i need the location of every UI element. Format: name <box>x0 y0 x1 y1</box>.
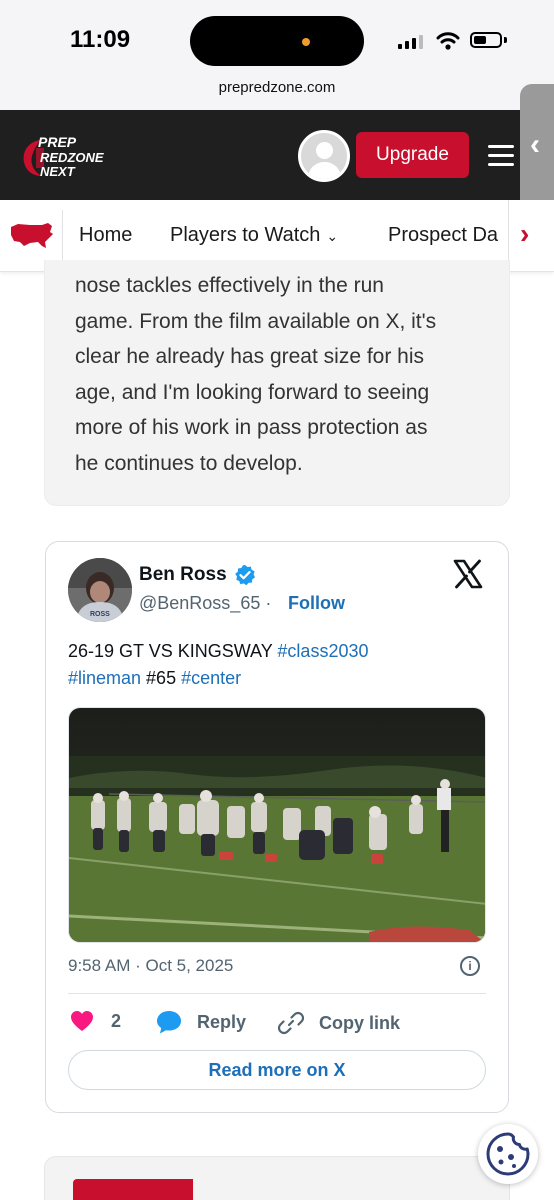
x-logo-icon[interactable] <box>453 559 483 589</box>
article-line: more of his work in pass protection as <box>75 416 428 439</box>
status-bar: 11:09 <box>0 0 554 78</box>
usa-map-icon[interactable] <box>8 220 56 250</box>
status-time: 11:09 <box>70 26 131 53</box>
hashtag-link[interactable]: #center <box>181 668 241 688</box>
reply-label: Reply <box>197 1011 247 1032</box>
tweet-handle-text: @BenRoss_65 <box>139 593 261 613</box>
side-panel-handle[interactable]: ‹ <box>520 84 554 218</box>
read-more-on-x-button[interactable]: Read more on X <box>68 1050 486 1090</box>
tweet-text-segment: #65 <box>141 668 182 688</box>
site-logo[interactable]: PREP REDZONE NEXT <box>22 132 114 182</box>
nav-divider <box>62 210 63 262</box>
nav-scroll-area <box>508 200 554 271</box>
article-line: game. From the film available on X, it's <box>75 309 437 333</box>
battery-cap <box>504 37 507 43</box>
article-line: nose tackles effectively in the run <box>75 274 384 297</box>
heart-icon <box>71 1011 93 1032</box>
battery-icon <box>470 32 502 48</box>
reply-action[interactable]: Reply <box>156 1010 246 1034</box>
next-card-accent <box>73 1179 193 1200</box>
chevron-left-icon: ‹ <box>530 128 540 161</box>
verified-badge-icon <box>235 565 255 586</box>
embedded-tweet[interactable]: ROSS Ben Ross @BenRoss_65 · Follow 26-19… <box>45 541 509 1113</box>
tweet-author-avatar[interactable]: ROSS <box>68 558 132 622</box>
tweet-handle-separator: · <box>265 593 272 613</box>
article-line: age, and I'm looking forward to seeing <box>75 380 430 404</box>
recording-indicator <box>302 38 310 46</box>
nav-item-players-label: Players to Watch <box>170 224 321 246</box>
cookie-settings-button[interactable] <box>478 1124 538 1184</box>
next-card <box>44 1156 510 1200</box>
nav-item-prospect-data[interactable]: Prospect Da <box>388 224 498 247</box>
like-count: 2 <box>111 1010 122 1031</box>
upgrade-button[interactable]: Upgrade <box>356 132 469 178</box>
tweet-timestamp[interactable]: 9:58 AM · Oct 5, 2025 <box>68 956 233 976</box>
copy-link-action[interactable]: Copy link <box>277 1010 401 1036</box>
user-avatar[interactable] <box>298 130 350 182</box>
chevron-down-icon: ⌄ <box>326 228 339 244</box>
nav-item-home[interactable]: Home <box>79 224 132 247</box>
article-card: nose tackles effectively in the run game… <box>44 260 510 506</box>
tweet-follow-link[interactable]: Follow <box>288 593 345 614</box>
tweet-author-name[interactable]: Ben Ross <box>139 564 227 586</box>
url-bar[interactable]: prepredzone.com <box>0 78 554 110</box>
reply-bubble-icon <box>157 1011 181 1034</box>
tweet-author-handle[interactable]: @BenRoss_65 · <box>139 593 271 614</box>
cellular-signal-icon <box>398 35 424 49</box>
logo-line-1: PREP <box>38 134 77 150</box>
copy-link-label: Copy link <box>319 1012 401 1033</box>
article-line: clear he already has great size for his <box>75 345 425 368</box>
tweet-text-segment: 26-19 GT VS KINGSWAY <box>68 641 278 661</box>
cookie-icon <box>486 1132 530 1176</box>
hashtag-link[interactable]: #class2030 <box>277 641 368 661</box>
link-icon <box>277 1011 305 1035</box>
tweet-body: 26-19 GT VS KINGSWAY #class2030 #lineman … <box>68 638 488 692</box>
wifi-icon <box>436 32 460 50</box>
info-icon[interactable]: i <box>460 956 480 976</box>
chevron-right-icon[interactable]: › <box>520 218 529 250</box>
article-line: he continues to develop. <box>75 451 303 475</box>
tweet-divider <box>68 993 486 994</box>
logo-line-3: NEXT <box>40 164 75 179</box>
article-text: nose tackles effectively in the run game… <box>75 268 495 481</box>
site-header: PREP REDZONE NEXT Upgrade <box>0 110 554 200</box>
like-action[interactable]: 2 <box>70 1010 121 1032</box>
menu-icon[interactable] <box>488 145 514 167</box>
tweet-video[interactable] <box>68 707 486 943</box>
logo-line-2: REDZONE <box>40 150 104 165</box>
dynamic-island <box>190 16 364 66</box>
avatar-jersey-text: ROSS <box>90 611 110 618</box>
nav-item-players-to-watch[interactable]: Players to Watch ⌄ <box>170 224 338 247</box>
hashtag-link[interactable]: #lineman <box>68 668 141 688</box>
